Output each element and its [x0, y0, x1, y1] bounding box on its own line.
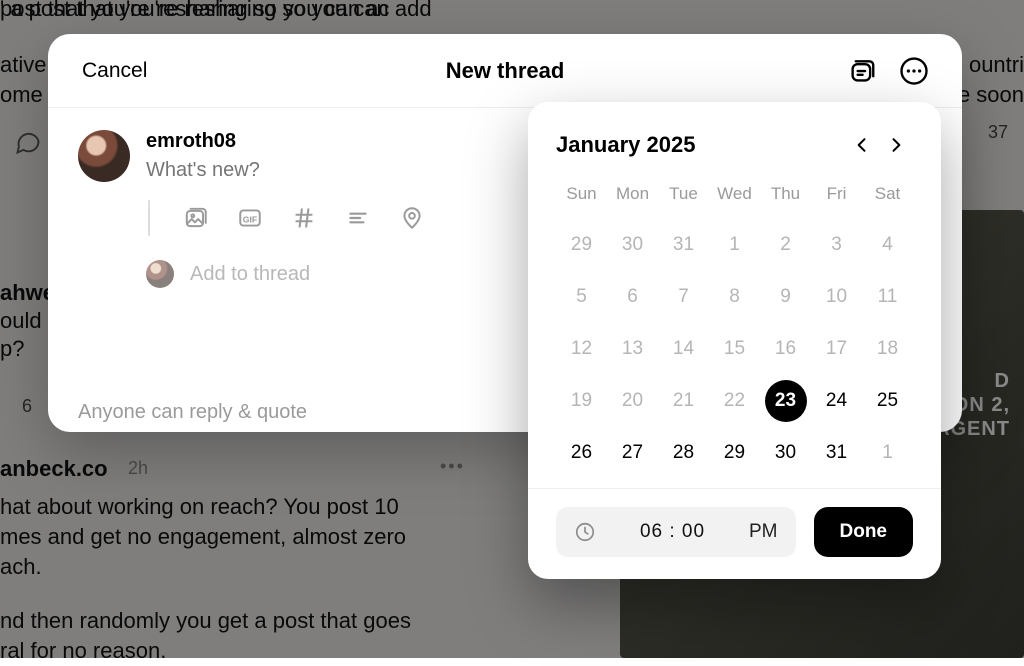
calendar-day: 15 [714, 328, 756, 370]
month-label: January 2025 [556, 132, 845, 158]
calendar-day: 30 [612, 224, 654, 266]
calendar-day: 3 [816, 224, 858, 266]
divider [528, 488, 941, 489]
schedule-calendar-popover: January 2025 SunMonTueWedThuFriSat293031… [528, 102, 941, 579]
calendar-grid: SunMonTueWedThuFriSat2930311234567891011… [556, 178, 913, 474]
attach-image-icon[interactable] [182, 204, 210, 232]
calendar-day: 7 [663, 276, 705, 318]
calendar-day: 16 [765, 328, 807, 370]
chevron-left-icon [852, 135, 872, 155]
add-to-thread-button[interactable]: Add to thread [190, 263, 310, 286]
more-options-icon[interactable] [896, 53, 932, 89]
calendar-day: 19 [561, 380, 603, 422]
calendar-day: 31 [663, 224, 705, 266]
calendar-day: 9 [765, 276, 807, 318]
next-month-button[interactable] [879, 128, 913, 162]
calendar-day[interactable]: 26 [561, 432, 603, 474]
drafts-icon[interactable] [844, 53, 880, 89]
attach-location-icon[interactable] [398, 204, 426, 232]
calendar-day: 13 [612, 328, 654, 370]
calendar-day: 21 [663, 380, 705, 422]
thread-line [148, 200, 150, 236]
svg-text:GIF: GIF [243, 214, 257, 224]
calendar-day[interactable]: 24 [816, 380, 858, 422]
calendar-day: 29 [561, 224, 603, 266]
calendar-day: 22 [714, 380, 756, 422]
calendar-day: 20 [612, 380, 654, 422]
time-value: 06 : 00 [610, 521, 735, 543]
calendar-day[interactable]: 23 [765, 380, 807, 422]
calendar-day[interactable]: 31 [816, 432, 858, 474]
calendar-day[interactable]: 28 [663, 432, 705, 474]
calendar-day: 18 [867, 328, 909, 370]
dow-label: Fri [811, 178, 862, 214]
modal-title: New thread [48, 58, 962, 84]
dow-label: Sun [556, 178, 607, 214]
calendar-day: 5 [561, 276, 603, 318]
dow-label: Wed [709, 178, 760, 214]
calendar-day[interactable]: 27 [612, 432, 654, 474]
attach-poll-icon[interactable] [344, 204, 372, 232]
prev-month-button[interactable] [845, 128, 879, 162]
avatar[interactable] [78, 130, 130, 182]
calendar-day: 4 [867, 224, 909, 266]
avatar-small [146, 260, 174, 288]
calendar-day: 8 [714, 276, 756, 318]
attach-gif-icon[interactable]: GIF [236, 204, 264, 232]
clock-icon [574, 521, 596, 543]
calendar-day[interactable]: 25 [867, 380, 909, 422]
cancel-button[interactable]: Cancel [78, 53, 151, 89]
calendar-day: 1 [867, 432, 909, 474]
calendar-day: 1 [714, 224, 756, 266]
dow-label: Tue [658, 178, 709, 214]
compose-header: Cancel New thread [48, 34, 962, 108]
calendar-day[interactable]: 30 [765, 432, 807, 474]
calendar-day: 2 [765, 224, 807, 266]
calendar-day: 10 [816, 276, 858, 318]
done-button[interactable]: Done [814, 507, 914, 557]
chevron-right-icon [886, 135, 906, 155]
calendar-day: 17 [816, 328, 858, 370]
dow-label: Sat [862, 178, 913, 214]
time-picker[interactable]: 06 : 00 PM [556, 507, 796, 557]
calendar-day[interactable]: 29 [714, 432, 756, 474]
dow-label: Thu [760, 178, 811, 214]
calendar-day: 14 [663, 328, 705, 370]
calendar-day: 12 [561, 328, 603, 370]
calendar-day: 11 [867, 276, 909, 318]
attach-hashtag-icon[interactable] [290, 204, 318, 232]
dow-label: Mon [607, 178, 658, 214]
ampm-value: PM [749, 521, 778, 543]
calendar-day: 6 [612, 276, 654, 318]
